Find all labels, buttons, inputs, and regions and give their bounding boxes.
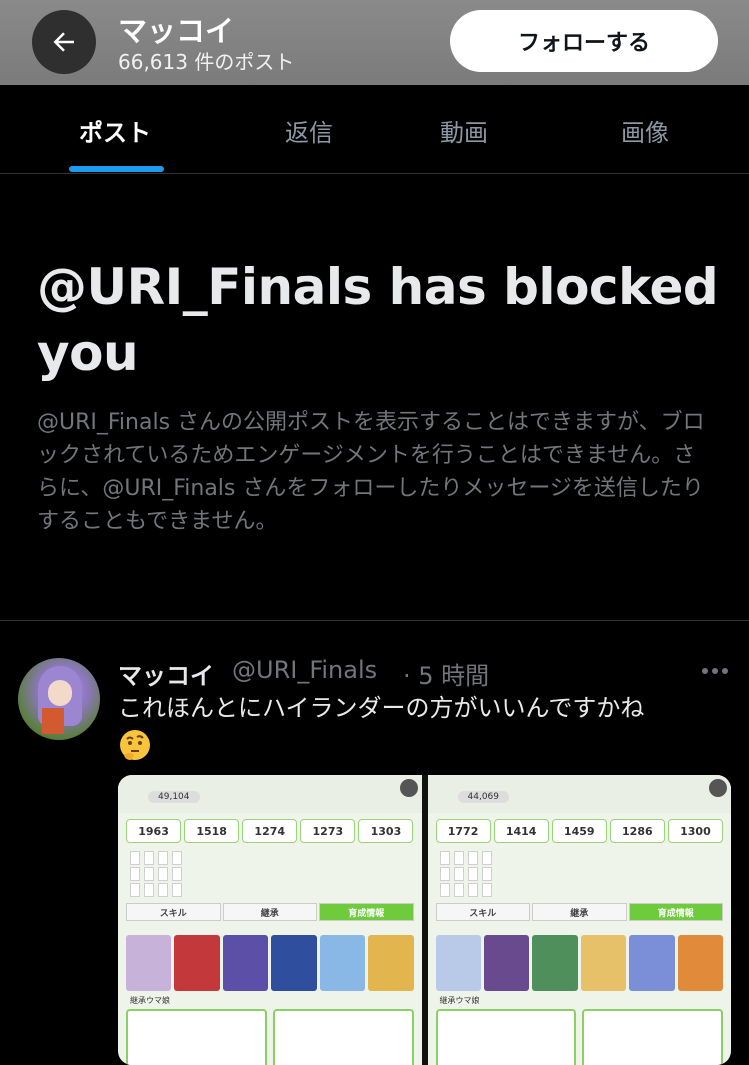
post-timestamp[interactable]: · 5 時間: [403, 656, 489, 691]
tab-inherit: 継承: [222, 903, 317, 921]
divider: [0, 620, 749, 621]
tab-inherit: 継承: [532, 903, 627, 921]
stat-wisdom: 1300: [667, 819, 723, 843]
stat-stamina: 1518: [184, 819, 240, 843]
profile-name: マッコイ: [118, 14, 235, 48]
stat-power: 1459: [551, 819, 607, 843]
follow-button[interactable]: フォローする: [450, 10, 718, 72]
blocked-description: @URI_Finals さんの公開ポストを表示することはできますが、ブロックされ…: [37, 410, 705, 534]
tab-images[interactable]: 画像: [621, 113, 669, 148]
post-author-handle[interactable]: @URI_Finals: [232, 656, 377, 684]
tab-posts[interactable]: ポスト: [79, 113, 151, 148]
media-image-1[interactable]: 49,104 1963 1518 1274 1273 1303 スキル 継承 育…: [118, 775, 422, 1065]
stat-speed: 1772: [435, 819, 491, 843]
thinking-face-icon: [120, 730, 150, 760]
blocked-title: @URI_Finals has blocked you: [37, 258, 719, 382]
back-button[interactable]: [32, 10, 96, 74]
stat-power: 1274: [242, 819, 298, 843]
post-author-name[interactable]: マッコイ: [118, 656, 214, 691]
image-count-label: 49,104: [148, 791, 200, 803]
media-image-2[interactable]: 44,069 1772 1414 1459 1286 1300 スキル 継承 育…: [427, 775, 731, 1065]
stat-guts: 1273: [300, 819, 356, 843]
stat-stamina: 1414: [493, 819, 549, 843]
arrow-left-icon: [53, 32, 74, 52]
edit-icon: [399, 779, 418, 797]
stat-speed: 1963: [126, 819, 182, 843]
stat-guts: 1286: [609, 819, 665, 843]
tab-training-info: 育成情報: [628, 903, 723, 921]
tab-replies[interactable]: 返信: [285, 113, 333, 148]
inherit-section-label: 継承ウマ娘: [130, 996, 170, 1005]
image-count-label: 44,069: [457, 791, 509, 803]
tab-skill: スキル: [126, 903, 221, 921]
post-count: 66,613 件のポスト: [118, 50, 295, 74]
profile-header: マッコイ 66,613 件のポスト フォローする: [0, 0, 749, 85]
more-options-icon[interactable]: [700, 666, 730, 676]
post-media[interactable]: 49,104 1963 1518 1274 1273 1303 スキル 継承 育…: [118, 775, 731, 1065]
inherit-section-label: 継承ウマ娘: [439, 996, 480, 1005]
active-tab-indicator: [69, 166, 164, 172]
avatar[interactable]: [18, 658, 100, 740]
tab-skill: スキル: [435, 903, 530, 921]
tab-videos[interactable]: 動画: [440, 113, 488, 148]
post-text: これほんとにハイランダーの方がいいんですかね: [118, 694, 645, 722]
tab-training-info: 育成情報: [319, 903, 414, 921]
edit-icon: [709, 779, 727, 797]
stat-wisdom: 1303: [358, 819, 414, 843]
profile-tabs: ポスト 返信 動画 画像: [0, 85, 749, 174]
